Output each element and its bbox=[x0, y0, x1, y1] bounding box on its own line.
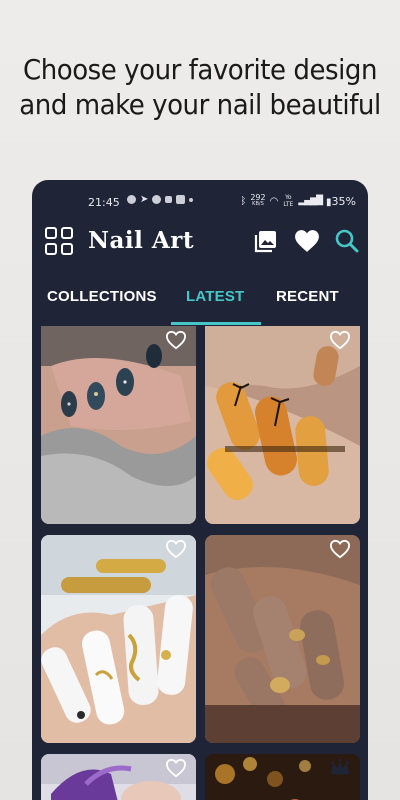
telegram-icon: ➤ bbox=[140, 194, 149, 205]
chat-icon bbox=[127, 195, 136, 204]
system-icons: ᛒ 292 KB/S ◠ Yo LTE ▂▄▆█ ▮35% bbox=[240, 194, 356, 209]
nail-photo-1 bbox=[41, 326, 196, 524]
promo-headline: Choose your favorite design and make you… bbox=[14, 52, 386, 122]
data-speed: 292 KB/S bbox=[250, 194, 265, 208]
search-icon[interactable] bbox=[334, 228, 360, 254]
more-notifications-icon bbox=[189, 197, 194, 202]
nail-photo-2 bbox=[205, 326, 360, 524]
whatsapp-icon bbox=[152, 195, 162, 204]
network-type: Yo LTE bbox=[283, 194, 294, 208]
notification-icons: ➤ bbox=[127, 194, 194, 205]
promo-line-2: and make your nail beautiful bbox=[19, 88, 381, 121]
bluetooth-icon: ᛒ bbox=[240, 195, 247, 207]
tab-latest[interactable]: LATEST bbox=[186, 288, 244, 305]
design-card-6[interactable] bbox=[205, 754, 360, 800]
gallery-icon[interactable] bbox=[254, 229, 278, 253]
tab-recent[interactable]: RECENT bbox=[276, 288, 339, 305]
promo-line-1: Choose your favorite design bbox=[22, 53, 377, 86]
design-card-4[interactable] bbox=[205, 535, 360, 743]
design-card-1[interactable] bbox=[41, 326, 196, 524]
battery-percent: 35% bbox=[331, 194, 356, 208]
grid-menu-icon[interactable] bbox=[45, 227, 75, 257]
app-bar: Nail Art bbox=[32, 222, 368, 266]
status-bar: 21:45 ➤ ᛒ 292 KB/S ◠ Yo LTE ▂▄▆█ ▮35% bbox=[32, 180, 368, 222]
signal-icon: ▂▄▆█ bbox=[298, 196, 323, 206]
favorite-toggle-icon[interactable] bbox=[165, 539, 187, 559]
data-speed-unit: KB/S bbox=[252, 201, 264, 207]
design-card-3[interactable] bbox=[41, 535, 196, 743]
nail-photo-3 bbox=[41, 535, 196, 743]
tab-bar: COLLECTIONS LATEST RECENT bbox=[32, 280, 368, 326]
battery-level: ▮35% bbox=[326, 195, 356, 208]
design-card-5[interactable] bbox=[41, 754, 196, 800]
favorite-toggle-icon[interactable] bbox=[165, 330, 187, 350]
wifi-icon: ◠ bbox=[269, 195, 279, 207]
favorite-toggle-icon[interactable] bbox=[165, 758, 187, 778]
crown-icon bbox=[330, 758, 350, 775]
app-notification-icon bbox=[165, 196, 173, 203]
status-time: 21:45 bbox=[88, 196, 120, 209]
data-speed-value: 292 bbox=[250, 193, 266, 202]
active-tab-indicator bbox=[171, 322, 261, 325]
design-card-2[interactable] bbox=[205, 326, 360, 524]
favorites-heart-icon[interactable] bbox=[294, 229, 320, 253]
shazam-icon bbox=[176, 195, 186, 204]
tab-collections[interactable]: COLLECTIONS bbox=[47, 288, 157, 305]
app-title: Nail Art bbox=[88, 227, 194, 254]
phone-screen: 21:45 ➤ ᛒ 292 KB/S ◠ Yo LTE ▂▄▆█ ▮35% Na… bbox=[32, 180, 368, 800]
favorite-toggle-icon[interactable] bbox=[329, 330, 351, 350]
nail-photo-4 bbox=[205, 535, 360, 743]
favorite-toggle-icon[interactable] bbox=[329, 539, 351, 559]
